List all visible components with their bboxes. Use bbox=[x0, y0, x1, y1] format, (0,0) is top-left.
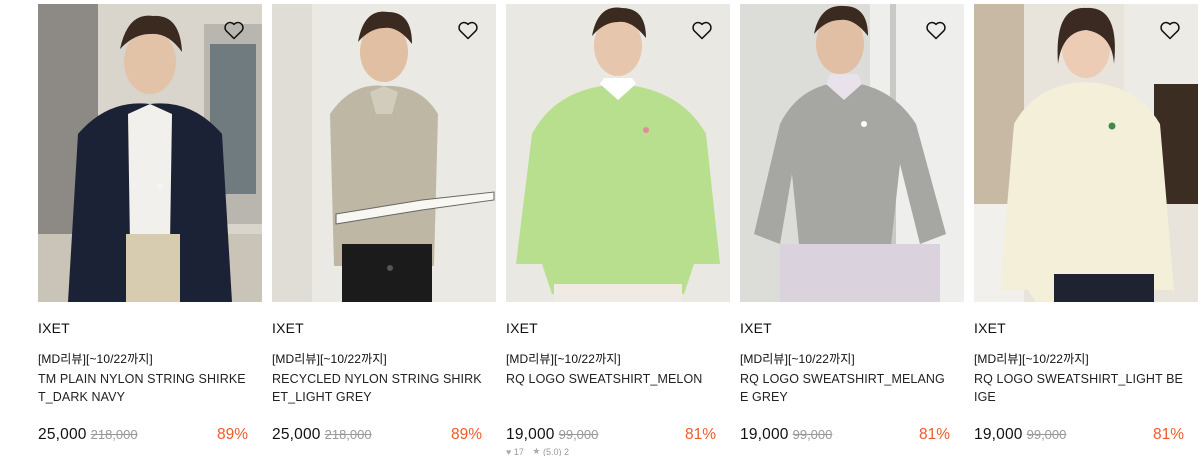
product-photo[interactable] bbox=[974, 4, 1198, 302]
original-price: 99,000 bbox=[558, 427, 599, 442]
product-image-model-beige-sweatshirt[interactable] bbox=[974, 4, 1198, 302]
product-photo[interactable] bbox=[740, 4, 964, 302]
price-row: 19,000 99,000 81% bbox=[740, 426, 950, 446]
price-row: 19,000 99,000 81% bbox=[506, 426, 716, 446]
product-image-model-grey-sweatshirt[interactable] bbox=[740, 4, 964, 302]
original-price: 99,000 bbox=[1026, 427, 1067, 442]
product-image-model-navy-jacket[interactable] bbox=[38, 4, 262, 302]
original-price: 218,000 bbox=[324, 427, 372, 442]
product-name[interactable]: RQ LOGO SWEATSHIRT_LIGHT BEIGE bbox=[974, 370, 1184, 406]
product-photo[interactable] bbox=[272, 4, 496, 302]
sale-price: 19,000 bbox=[740, 426, 789, 443]
sale-price: 19,000 bbox=[506, 426, 555, 443]
wishlist-heart-icon[interactable] bbox=[222, 18, 246, 42]
wishlist-heart-icon[interactable] bbox=[456, 18, 480, 42]
wishlist-heart-icon[interactable] bbox=[1158, 18, 1182, 42]
product-card[interactable]: IXET [MD리뷰][~10/22까지] RQ LOGO SWEATSHIRT… bbox=[974, 4, 1198, 443]
brand-name[interactable]: IXET bbox=[272, 320, 496, 336]
discount-rate: 89% bbox=[450, 426, 482, 443]
wishlist-heart-icon[interactable] bbox=[690, 18, 714, 42]
rating-star-icon: ★ bbox=[532, 446, 541, 456]
product-name[interactable]: RQ LOGO SWEATSHIRT_MELON bbox=[506, 370, 716, 406]
product-image-model-grey-shirt[interactable] bbox=[272, 4, 496, 302]
price-row: 25,000 218,000 89% bbox=[38, 426, 248, 446]
rating-value: (5.0) 2 bbox=[542, 446, 569, 456]
product-tag: [MD리뷰][~10/22까지] bbox=[740, 352, 855, 366]
product-photo[interactable] bbox=[38, 4, 262, 302]
product-card[interactable]: IXET [MD리뷰][~10/22까지] RQ LOGO SWEATSHIRT… bbox=[506, 4, 730, 456]
brand-name[interactable]: IXET bbox=[974, 320, 1198, 336]
product-tag: [MD리뷰][~10/22까지] bbox=[506, 352, 621, 366]
brand-name[interactable]: IXET bbox=[506, 320, 730, 336]
original-price: 99,000 bbox=[792, 427, 833, 442]
brand-name[interactable]: IXET bbox=[38, 320, 262, 336]
product-name[interactable]: RECYCLED NYLON STRING SHIRKET_LIGHT GREY bbox=[272, 370, 482, 406]
discount-rate: 89% bbox=[216, 426, 248, 443]
wishlist-heart-icon[interactable] bbox=[924, 18, 948, 42]
sale-price: 19,000 bbox=[974, 426, 1023, 443]
original-price: 218,000 bbox=[90, 427, 138, 442]
product-image-model-melon-sweatshirt[interactable] bbox=[506, 4, 730, 302]
discount-rate: 81% bbox=[684, 426, 716, 443]
discount-rate: 81% bbox=[1152, 426, 1184, 443]
product-name[interactable]: TM PLAIN NYLON STRING SHIRKET_DARK NAVY bbox=[38, 370, 248, 406]
sale-price: 25,000 bbox=[272, 426, 321, 443]
product-tag: [MD리뷰][~10/22까지] bbox=[974, 352, 1089, 366]
discount-rate: 81% bbox=[918, 426, 950, 443]
product-grid: IXET [MD리뷰][~10/22까지] TM PLAIN NYLON STR… bbox=[0, 0, 1201, 456]
likes-heart-icon: ♥ bbox=[506, 446, 512, 456]
price-row: 25,000 218,000 89% bbox=[272, 426, 482, 446]
product-card[interactable]: IXET [MD리뷰][~10/22까지] TM PLAIN NYLON STR… bbox=[38, 4, 262, 443]
review-meta: ♥ 17 ★ (5.0) 2 bbox=[506, 446, 569, 456]
product-tag: [MD리뷰][~10/22까지] bbox=[38, 352, 153, 366]
product-name[interactable]: RQ LOGO SWEATSHIRT_MELANGE GREY bbox=[740, 370, 950, 406]
product-tag: [MD리뷰][~10/22까지] bbox=[272, 352, 387, 366]
brand-name[interactable]: IXET bbox=[740, 320, 964, 336]
product-card[interactable]: IXET [MD리뷰][~10/22까지] RQ LOGO SWEATSHIRT… bbox=[740, 4, 964, 443]
product-photo[interactable] bbox=[506, 4, 730, 302]
product-card[interactable]: IXET [MD리뷰][~10/22까지] RECYCLED NYLON STR… bbox=[272, 4, 496, 443]
sale-price: 25,000 bbox=[38, 426, 87, 443]
price-row: 19,000 99,000 81% bbox=[974, 426, 1184, 446]
likes-count: 17 bbox=[513, 446, 524, 456]
